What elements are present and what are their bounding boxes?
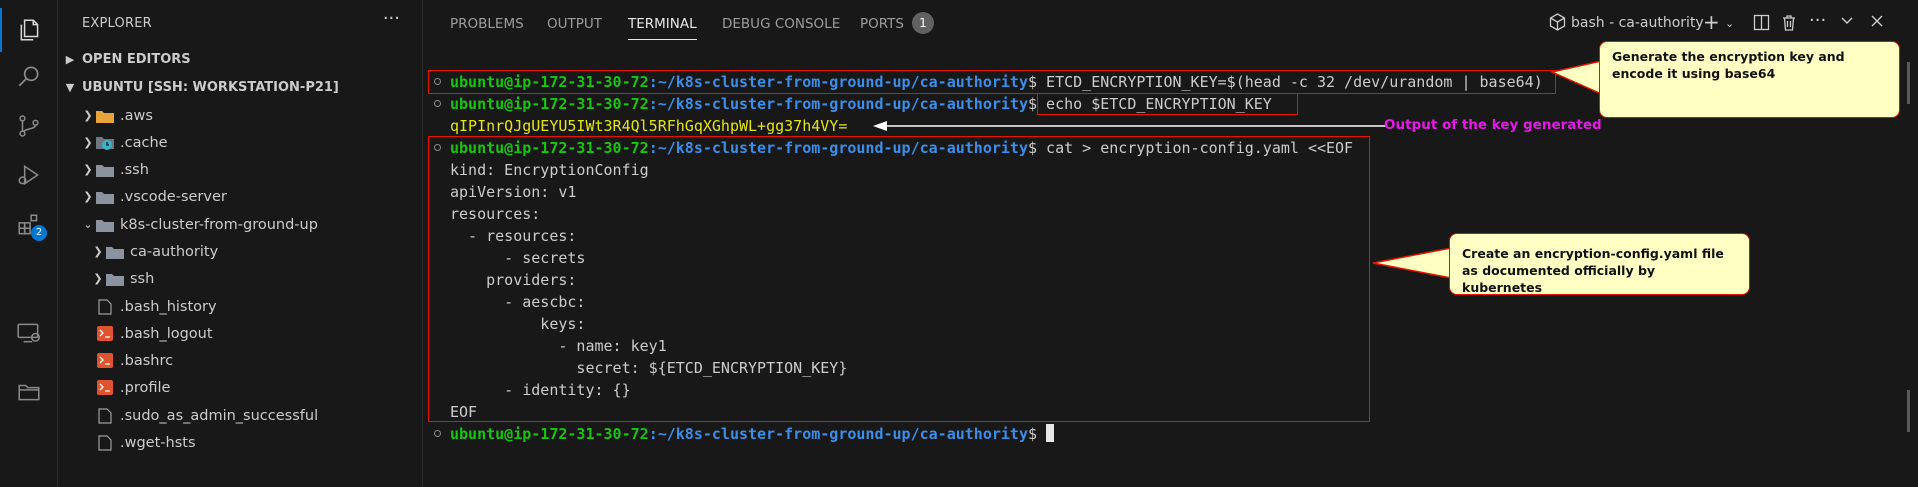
- remote-explorer-icon: [16, 323, 40, 343]
- folder-icon: [96, 189, 114, 205]
- source-control-icon: [18, 115, 39, 137]
- folder-aws-icon: [96, 108, 114, 124]
- folder-open-icon: [96, 217, 114, 233]
- tree-item-label: .bash_history: [120, 298, 217, 315]
- tree-item-label: .aws: [120, 107, 153, 124]
- tree-item-label: .sudo_as_admin_successful: [120, 407, 319, 424]
- chevron-right-icon: ❯: [93, 272, 103, 285]
- activity-search[interactable]: [0, 54, 57, 98]
- terminal-panel: PROBLEMS OUTPUT TERMINAL DEBUG CONSOLE P…: [423, 0, 1918, 487]
- callout-create-config: Create an encryption-config.yaml file as…: [1449, 233, 1750, 295]
- activity-bar: 2: [0, 0, 58, 487]
- files-icon: [20, 19, 38, 41]
- tree-item-label: k8s-cluster-from-ground-up: [120, 216, 318, 233]
- shell-file-icon: [96, 326, 114, 342]
- tree-item-ssh[interactable]: ❯ .ssh: [58, 156, 444, 183]
- open-editors-section[interactable]: ▶ OPEN EDITORS: [58, 46, 422, 72]
- shell-file-icon: [96, 353, 114, 369]
- folder-icon: [96, 162, 114, 178]
- folder-icon: [106, 244, 124, 260]
- chevron-right-icon: ❯: [83, 109, 93, 122]
- terminal-scrollbar-lower[interactable]: [1907, 390, 1910, 432]
- file-icon: [96, 407, 114, 424]
- tree-item-label: ssh: [130, 270, 155, 287]
- explorer-title: EXPLORER: [82, 16, 152, 31]
- workspace-label: UBUNTU [SSH: WORKSTATION-P21]: [82, 79, 339, 95]
- activity-run-debug[interactable]: [0, 153, 57, 197]
- extensions-badge: 2: [31, 225, 47, 241]
- tree-item-label: .cache: [120, 134, 168, 151]
- callout2-pointer: [1372, 247, 1452, 279]
- activity-remote-explorer[interactable]: [0, 311, 57, 355]
- chevron-right-icon: ❯: [93, 245, 103, 258]
- tree-item-label: .vscode-server: [120, 188, 227, 205]
- tree-item-profile[interactable]: .profile: [58, 374, 460, 401]
- activity-folder[interactable]: [0, 370, 57, 414]
- terminal-scrollbar[interactable]: [1907, 62, 1910, 104]
- activity-explorer[interactable]: [0, 8, 57, 52]
- activity-source-control[interactable]: [0, 104, 57, 148]
- tree-item-aws[interactable]: ❯ .aws: [58, 102, 444, 129]
- tree-item-label: ca-authority: [130, 243, 219, 260]
- tree-item-label: .bash_logout: [120, 325, 213, 342]
- explorer-more-button[interactable]: ···: [383, 8, 400, 29]
- arrow-head-icon: [873, 121, 887, 131]
- explorer-sidebar: EXPLORER ··· ▶ OPEN EDITORS ▼ UBUNTU [SS…: [58, 0, 423, 487]
- tree-item-label: .ssh: [120, 161, 149, 178]
- tree-item-bashrc[interactable]: .bashrc: [58, 347, 460, 374]
- file-icon: [96, 434, 114, 451]
- folder-cache-icon: [96, 135, 114, 151]
- tree-item-bash-history[interactable]: .bash_history: [58, 293, 460, 320]
- open-editors-label: OPEN EDITORS: [82, 51, 191, 67]
- tree-item-ca-authority[interactable]: ❯ ca-authority: [58, 238, 454, 265]
- chevron-right-icon: ❯: [83, 163, 93, 176]
- chevron-down-icon: ▼: [65, 80, 75, 94]
- tree-item-wget-hsts[interactable]: .wget-hsts: [58, 429, 460, 456]
- output-label: Output of the key generated: [1384, 117, 1602, 133]
- callout1-pointer: [1549, 59, 1607, 98]
- tree-item-bash-logout[interactable]: .bash_logout: [58, 320, 460, 347]
- tree-item-label: .profile: [120, 379, 171, 396]
- tree-item-label: .bashrc: [120, 352, 174, 369]
- tree-item-k8s-cluster[interactable]: ⌄ k8s-cluster-from-ground-up: [58, 211, 444, 238]
- tree-item-vscode-server[interactable]: ❯ .vscode-server: [58, 183, 444, 210]
- shell-file-icon: [96, 380, 114, 396]
- chevron-right-icon: ❯: [83, 190, 93, 203]
- callout-generate-key: Generate the encryption key and encode i…: [1599, 41, 1900, 118]
- search-icon: [18, 66, 39, 87]
- folder-icon: [17, 384, 40, 401]
- file-icon: [96, 298, 114, 315]
- tree-item-sudo-as-admin[interactable]: .sudo_as_admin_successful: [58, 402, 460, 429]
- chevron-right-icon: ❯: [83, 136, 93, 149]
- folder-icon: [106, 271, 124, 287]
- tree-item-label: .wget-hsts: [120, 434, 196, 451]
- workspace-section[interactable]: ▼ UBUNTU [SSH: WORKSTATION-P21]: [58, 74, 422, 100]
- chevron-down-icon: ⌄: [83, 218, 93, 231]
- tree-item-ssh-sub[interactable]: ❯ ssh: [58, 265, 454, 292]
- run-debug-icon: [17, 164, 39, 186]
- activity-extensions[interactable]: 2: [0, 203, 57, 247]
- chevron-right-icon: ▶: [65, 52, 75, 66]
- tree-item-cache[interactable]: ❯ .cache: [58, 129, 444, 156]
